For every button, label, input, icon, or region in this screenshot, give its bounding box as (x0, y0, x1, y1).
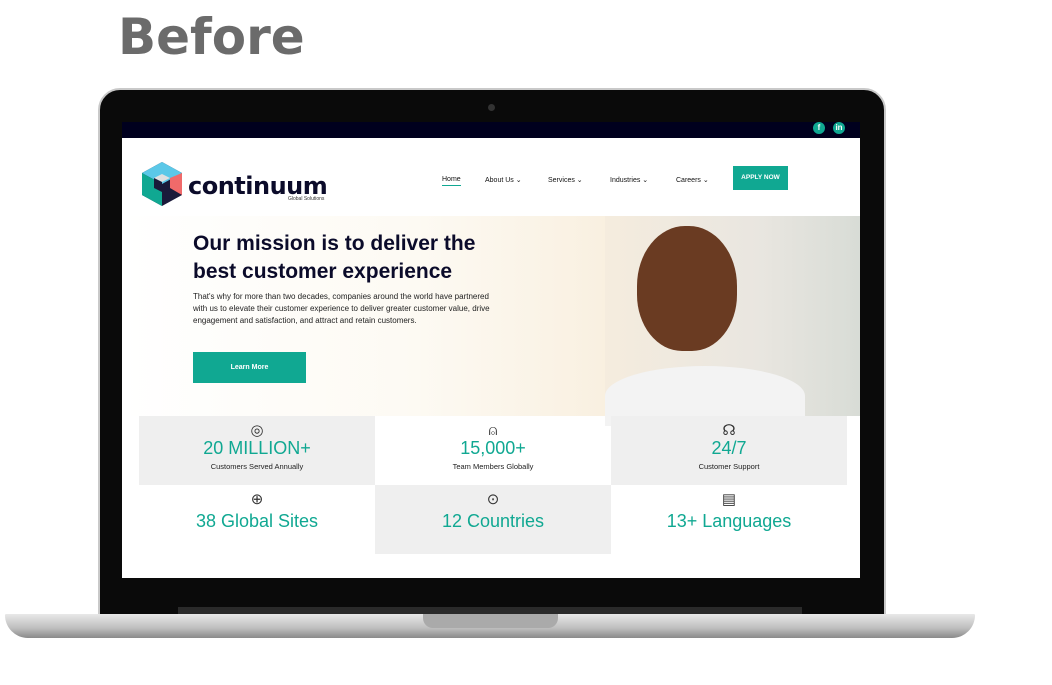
globe-icon: ⊕ (250, 491, 264, 508)
logo-icon[interactable] (142, 162, 182, 206)
stat-value: 20 MILLION+ (203, 438, 311, 458)
stat-label: Customers Served Annually (210, 462, 304, 471)
stat-support: ☊ 24/7 Customer Support (611, 416, 847, 485)
stats-grid: ◎ 20 MILLION+ Customers Served Annually ⍝ 1… (139, 416, 847, 554)
stat-label: Customer Support (698, 462, 760, 471)
target-icon: ◎ (250, 422, 264, 439)
caption: Before (118, 8, 305, 66)
hero-section: Our mission is to deliver the best custo… (122, 216, 860, 426)
stat-languages: ▤ 13+ Languages (611, 485, 847, 554)
headset-icon: ☊ (722, 422, 736, 439)
user-icon: ⍝ (488, 422, 498, 439)
brand-tagline: Global Solutions (288, 196, 325, 202)
chat-icon: ▤ (721, 491, 737, 508)
nav-services[interactable]: Services ⌄ (548, 176, 583, 184)
stat-value: 13+ Languages (666, 511, 792, 531)
stat-value: 15,000+ (460, 438, 526, 458)
nav-about-us[interactable]: About Us ⌄ (485, 176, 522, 184)
laptop-notch (423, 614, 558, 628)
website-screen: f in continuum Global Solutions Home Abo… (122, 122, 860, 578)
location-pin-icon: ⊙ (486, 491, 500, 508)
linkedin-icon[interactable]: in (833, 122, 845, 134)
stat-label: Team Members Globally (452, 462, 534, 471)
nav-home[interactable]: Home (442, 176, 461, 186)
stat-value: 38 Global Sites (195, 511, 319, 531)
hero-photo (605, 216, 860, 426)
stat-sites: ⊕ 38 Global Sites (139, 485, 375, 554)
photo-person (637, 226, 737, 351)
stat-countries: ⊙ 12 Countries (375, 485, 611, 554)
hero-title: Our mission is to deliver the best custo… (193, 232, 476, 283)
facebook-icon[interactable]: f (813, 122, 825, 134)
camera-icon (488, 104, 495, 111)
apply-now-button[interactable]: APPLY NOW (733, 166, 788, 190)
stat-value: 24/7 (711, 438, 747, 458)
learn-more-button[interactable]: Learn More (193, 352, 306, 383)
header: continuum Global Solutions Home About Us… (122, 138, 860, 216)
stat-customers: ◎ 20 MILLION+ Customers Served Annually (139, 416, 375, 485)
stat-team: ⍝ 15,000+ Team Members Globally (375, 416, 611, 485)
stat-value: 12 Countries (441, 511, 545, 531)
nav-careers[interactable]: Careers ⌄ (676, 176, 709, 184)
top-bar: f in (122, 122, 860, 138)
hero-text: That's why for more than two decades, co… (193, 292, 490, 325)
nav-industries[interactable]: Industries ⌄ (610, 176, 648, 184)
